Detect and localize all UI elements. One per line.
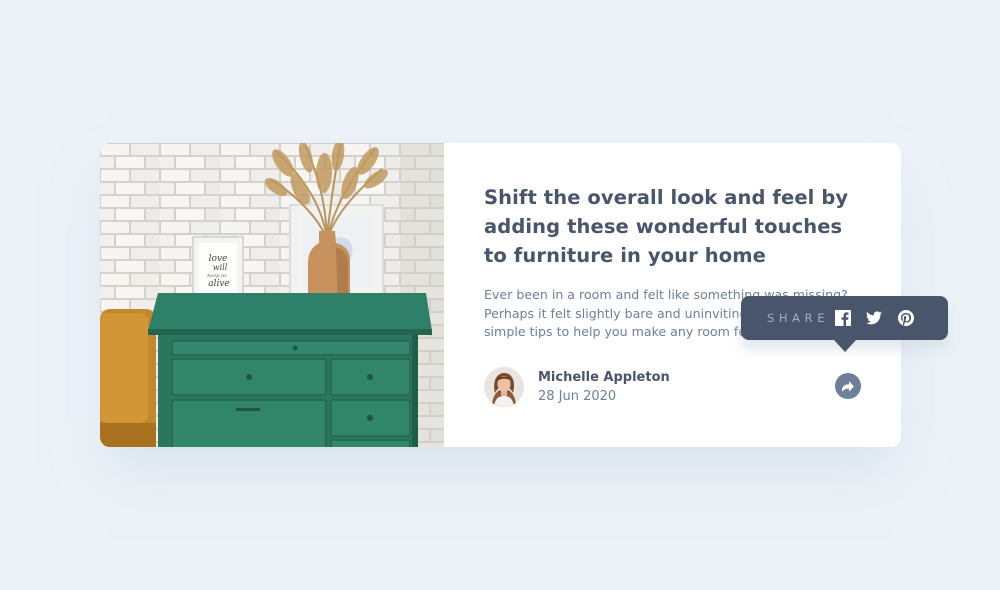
twitter-icon[interactable] <box>866 310 883 326</box>
author-avatar <box>484 367 524 407</box>
post-date: 28 Jun 2020 <box>538 388 617 404</box>
article-headline[interactable]: Shift the overall look and feel by addin… <box>484 183 864 270</box>
pinterest-icon[interactable] <box>898 310 915 326</box>
drawers-image: love will keep us alive <box>100 143 444 447</box>
share-tooltip: SHARE <box>741 296 948 352</box>
share-label: SHARE <box>767 311 830 325</box>
avatar-image <box>484 367 524 407</box>
share-button[interactable] <box>835 373 861 399</box>
facebook-icon[interactable] <box>835 310 852 326</box>
frame-text-2: will <box>213 263 228 272</box>
share-arrow-icon <box>842 380 854 392</box>
author-block: Michelle Appleton 28 Jun 2020 <box>484 367 670 407</box>
article-preview-card: love will keep us alive Shift the overal… <box>100 143 948 447</box>
frame-text-4: alive <box>208 279 230 289</box>
author-name: Michelle Appleton <box>538 369 670 385</box>
drawers-illustration: love will keep us alive <box>100 143 444 447</box>
author-info: Michelle Appleton 28 Jun 2020 <box>538 369 670 406</box>
